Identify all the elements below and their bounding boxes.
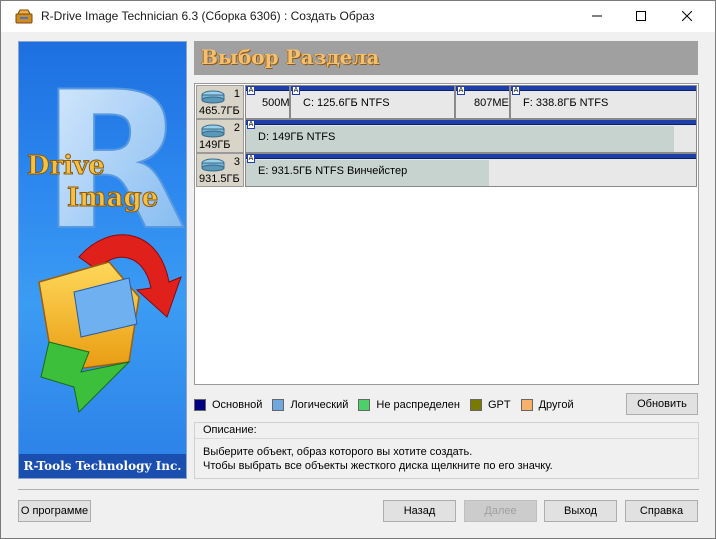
banner-graphic: R Drive Image bbox=[27, 50, 186, 414]
partition-badge: A bbox=[247, 154, 255, 163]
back-button[interactable]: Назад bbox=[383, 500, 456, 522]
partition-1-4[interactable]: A F: 338.8ГБ NTFS bbox=[510, 85, 697, 119]
disk-icon-button-2[interactable]: 2 149ГБ bbox=[196, 119, 244, 153]
banner-logo-drive: Drive bbox=[27, 151, 105, 181]
legend-label: Логический bbox=[290, 399, 349, 411]
partition-3-1[interactable]: A E: 931.5ГБ NTFS Винчейстер bbox=[245, 153, 697, 187]
legend-item-other: Другой bbox=[520, 399, 574, 411]
legend-item-logical: Логический bbox=[272, 399, 348, 411]
partition-1-2[interactable]: A C: 125.6ГБ NTFS bbox=[290, 85, 455, 119]
product-banner: R Drive Image R-Tools Technology Inc. bbox=[18, 41, 187, 479]
disk-number: 1 bbox=[233, 88, 240, 100]
page-header: Выбор Раздела bbox=[194, 41, 698, 75]
legend-swatch bbox=[272, 399, 285, 411]
about-button[interactable]: О программе bbox=[18, 500, 91, 522]
legend-swatch bbox=[469, 399, 482, 411]
disk-size: 149ГБ bbox=[199, 139, 231, 151]
partition-badge: A bbox=[292, 86, 300, 95]
maximize-icon bbox=[636, 10, 646, 24]
disk-icon-button-3[interactable]: 3 931.5ГБ bbox=[196, 153, 244, 187]
disk-size: 931.5ГБ bbox=[199, 173, 240, 185]
legend-item-primary: Основной bbox=[194, 399, 262, 411]
partition-label: F: 338.8ГБ NTFS bbox=[523, 97, 609, 109]
disk-number: 2 bbox=[233, 122, 240, 134]
legend-label: Не распределен bbox=[376, 399, 460, 411]
minimize-button[interactable] bbox=[574, 1, 620, 32]
next-button[interactable]: Далее bbox=[464, 500, 537, 522]
main-window: R-Drive Image Technician 6.3 (Сборка 630… bbox=[0, 0, 716, 539]
app-icon bbox=[15, 8, 33, 24]
partition-label: 500M bbox=[262, 97, 290, 109]
partition-1-1[interactable]: A 500M bbox=[245, 85, 290, 119]
partition-label: C: 125.6ГБ NTFS bbox=[303, 97, 390, 109]
disk-row-1: 1 465.7ГБ A 500M A C: 125.6ГБ NTFS A 807… bbox=[196, 85, 697, 119]
close-icon bbox=[681, 10, 693, 24]
partition-bar: A 500M A C: 125.6ГБ NTFS A 807ME A F: 33 bbox=[245, 85, 697, 119]
partition-badge: A bbox=[457, 86, 465, 95]
page-title: Выбор Раздела bbox=[201, 45, 380, 69]
partition-legend: Основной Логический Не распределен GPT Д… bbox=[194, 397, 584, 413]
description-line-2: Чтобы выбрать все объекты жесткого диска… bbox=[203, 460, 553, 472]
partition-badge: A bbox=[512, 86, 520, 95]
banner-logo-image: Image bbox=[67, 183, 158, 213]
legend-label: Основной bbox=[212, 399, 263, 411]
footer-separator bbox=[18, 489, 699, 490]
description-title: Описание: bbox=[203, 424, 257, 436]
partition-label: 807ME bbox=[474, 97, 509, 109]
partition-bar: A D: 149ГБ NTFS bbox=[245, 119, 697, 153]
partition-label: D: 149ГБ NTFS bbox=[258, 131, 336, 143]
banner-footer: R-Tools Technology Inc. bbox=[19, 454, 186, 478]
title-bar: R-Drive Image Technician 6.3 (Сборка 630… bbox=[1, 1, 715, 32]
legend-item-unallocated: Не распределен bbox=[358, 399, 460, 411]
description-body: Выберите объект, образ которого вы хотит… bbox=[195, 438, 698, 478]
legend-label: GPT bbox=[487, 399, 511, 411]
legend-swatch bbox=[358, 399, 371, 411]
legend-item-gpt: GPT bbox=[469, 399, 511, 411]
partition-badge: A bbox=[247, 86, 255, 95]
legend-swatch bbox=[194, 399, 206, 411]
partition-badge: A bbox=[247, 120, 255, 129]
close-button[interactable] bbox=[664, 1, 710, 32]
refresh-button[interactable]: Обновить bbox=[626, 393, 698, 415]
disk-row-3: 3 931.5ГБ A E: 931.5ГБ NTFS Винчейстер bbox=[196, 153, 697, 187]
disk-size: 465.7ГБ bbox=[199, 105, 240, 117]
partition-2-1[interactable]: A D: 149ГБ NTFS bbox=[245, 119, 697, 153]
disk-row-2: 2 149ГБ A D: 149ГБ NTFS bbox=[196, 119, 697, 153]
disk-number: 3 bbox=[233, 156, 240, 168]
legend-swatch bbox=[520, 399, 533, 411]
description-line-1: Выберите объект, образ которого вы хотит… bbox=[203, 446, 473, 458]
exit-button[interactable]: Выход bbox=[544, 500, 617, 522]
window-title: R-Drive Image Technician 6.3 (Сборка 630… bbox=[41, 9, 375, 23]
partition-bar: A E: 931.5ГБ NTFS Винчейстер bbox=[245, 153, 697, 187]
help-button[interactable]: Справка bbox=[625, 500, 698, 522]
minimize-icon bbox=[592, 10, 602, 24]
partition-label: E: 931.5ГБ NTFS Винчейстер bbox=[258, 165, 408, 177]
legend-label: Другой bbox=[538, 399, 574, 411]
disk-list: 1 465.7ГБ A 500M A C: 125.6ГБ NTFS A 807… bbox=[194, 83, 699, 385]
maximize-button[interactable] bbox=[618, 1, 664, 32]
disk-icon-button-1[interactable]: 1 465.7ГБ bbox=[196, 85, 244, 119]
description-panel: Описание: Выберите объект, образ которог… bbox=[194, 422, 699, 479]
partition-1-3[interactable]: A 807ME bbox=[455, 85, 510, 119]
